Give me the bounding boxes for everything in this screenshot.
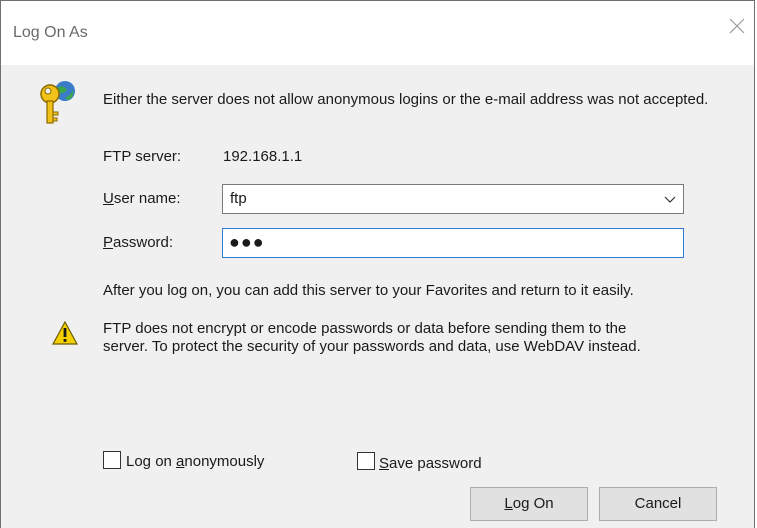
key-globe-icon <box>40 81 75 124</box>
info-message: Either the server does not allow anonymo… <box>103 91 709 108</box>
close-icon <box>729 18 745 34</box>
ftp-server-value: 192.168.1.1 <box>223 148 303 165</box>
close-button[interactable] <box>726 15 754 43</box>
user-name-label: User name: <box>103 190 181 207</box>
title-bar: Log On As <box>1 0 754 65</box>
password-field[interactable]: ●●● <box>222 228 684 258</box>
warning-text-line2: server. To protect the security of your … <box>103 338 641 355</box>
favorites-info-text: After you log on, you can add this serve… <box>103 282 634 299</box>
chevron-down-icon[interactable] <box>663 193 677 207</box>
warning-icon <box>52 321 78 345</box>
log-on-anonymously-checkbox[interactable] <box>103 451 121 469</box>
ftp-server-label: FTP server: <box>103 148 182 165</box>
password-masked-value: ●●● <box>229 232 265 252</box>
password-label: Password: <box>103 234 174 251</box>
log-on-button[interactable]: Log On <box>470 487 588 521</box>
warning-text-line1: FTP does not encrypt or encode passwords… <box>103 320 627 337</box>
log-on-as-dialog: Log On As Either the server does not all… <box>0 0 755 528</box>
log-on-anonymously-label[interactable]: Log on anonymously <box>126 453 264 470</box>
cancel-button[interactable]: Cancel <box>599 487 717 521</box>
window-title: Log On As <box>13 24 88 41</box>
user-name-combobox[interactable]: ftp <box>222 184 684 214</box>
save-password-label[interactable]: Save password <box>379 455 482 472</box>
save-password-checkbox[interactable] <box>357 452 375 470</box>
user-name-value[interactable]: ftp <box>230 190 247 207</box>
